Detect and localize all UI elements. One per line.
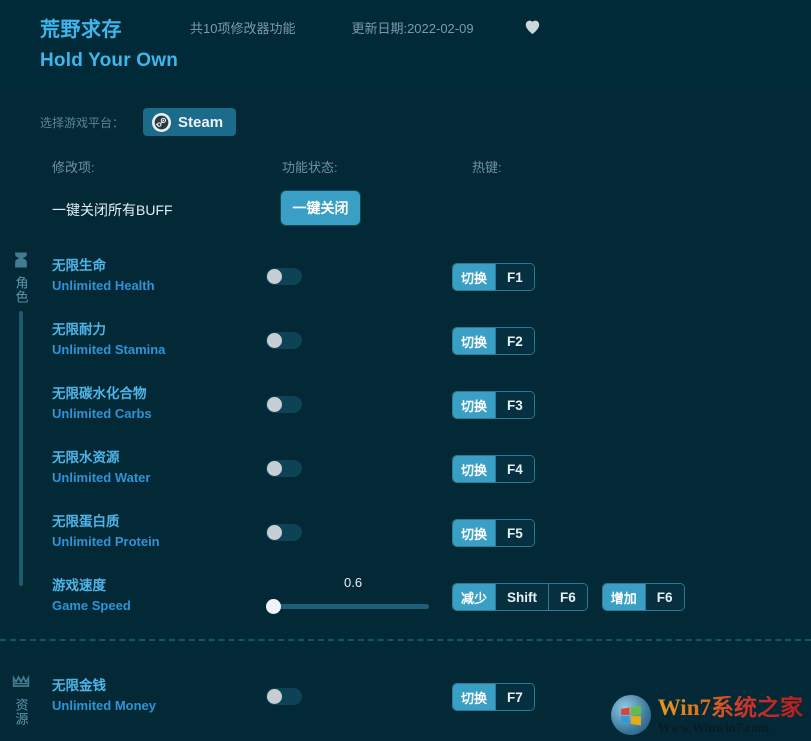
toggle-knob: [267, 269, 282, 284]
cheat-name-en: Unlimited Health: [52, 277, 155, 295]
hotkey-action-label: 切换: [453, 520, 495, 546]
hotkey-key-label: F6: [645, 584, 684, 610]
game-speed-value: 0.6: [344, 575, 362, 590]
cheat-name-cn: 无限金钱: [52, 677, 156, 695]
hotkey-action-label: 切换: [453, 264, 495, 290]
cheat-name: 无限水资源 Unlimited Water: [52, 449, 150, 487]
hotkey-key-label: F2: [495, 328, 534, 354]
cheat-toggle[interactable]: [266, 688, 302, 705]
platform-label: 选择游戏平台：: [40, 114, 124, 131]
cheat-name: 无限生命 Unlimited Health: [52, 257, 155, 295]
cheat-name-cn: 无限耐力: [52, 321, 165, 339]
one-click-close-button[interactable]: 一键关闭: [281, 191, 360, 225]
toggle-knob: [267, 461, 282, 476]
cheat-name-en: Game Speed: [52, 597, 131, 615]
cheat-name-en: Unlimited Carbs: [52, 405, 152, 423]
hotkey-group[interactable]: 切换 F3: [452, 391, 535, 419]
page-subtitle: Hold Your Own: [0, 40, 811, 72]
cheat-name-en: Unlimited Money: [52, 697, 156, 715]
toggle-knob: [267, 525, 282, 540]
toggle-knob: [267, 397, 282, 412]
hotkey-action-label: 切换: [453, 684, 495, 710]
hotkey-key-label: F3: [495, 392, 534, 418]
cheat-name-cn: 无限蛋白质: [52, 513, 160, 531]
cheat-hotkeys: 切换 F4: [452, 455, 535, 483]
column-headers: 修改项: 功能状态: 热键:: [0, 157, 811, 187]
hotkey-action-label: 增加: [603, 584, 645, 610]
hotkey-group-decrease[interactable]: 减少 Shift F6: [452, 583, 588, 611]
platform-steam-button[interactable]: Steam: [143, 108, 236, 136]
app-header: 荒野求存 共10项修改器功能 更新日期:2022-02-09 Hold Your…: [0, 0, 811, 88]
cheat-name-cn: 游戏速度: [52, 577, 131, 595]
cheat-name: 无限耐力 Unlimited Stamina: [52, 321, 165, 359]
one-click-label: 一键关闭所有BUFF: [52, 200, 173, 220]
hotkey-group[interactable]: 切换 F5: [452, 519, 535, 547]
section-resource-rows: 无限金钱 Unlimited Money 切换 F7: [0, 667, 811, 731]
column-header-status: 功能状态:: [282, 157, 338, 176]
hotkey-action-label: 减少: [453, 584, 495, 610]
cheat-row: 无限金钱 Unlimited Money 切换 F7: [0, 667, 811, 731]
platform-selector-row: 选择游戏平台： Steam: [0, 88, 811, 140]
hotkey-key-label: F6: [548, 584, 587, 610]
cheat-name: 游戏速度 Game Speed: [52, 577, 131, 615]
cheat-name: 无限金钱 Unlimited Money: [52, 677, 156, 715]
cheat-hotkeys: 切换 F2: [452, 327, 535, 355]
hotkey-group-increase[interactable]: 增加 F6: [602, 583, 685, 611]
cheat-name-cn: 无限碳水化合物: [52, 385, 152, 403]
hotkey-key-label: F5: [495, 520, 534, 546]
one-click-row: 一键关闭所有BUFF 一键关闭: [0, 187, 811, 241]
hotkey-group[interactable]: 切换 F7: [452, 683, 535, 711]
cheat-hotkeys: 减少 Shift F6 增加 F6: [452, 583, 685, 611]
cheat-hotkeys: 切换 F3: [452, 391, 535, 419]
header-top-row: 荒野求存 共10项修改器功能 更新日期:2022-02-09: [0, 0, 811, 40]
hotkey-action-label: 切换: [453, 328, 495, 354]
hotkey-group[interactable]: 切换 F4: [452, 455, 535, 483]
cheat-hotkeys: 切换 F7: [452, 683, 535, 711]
slider-track[interactable]: [271, 604, 429, 609]
update-date-label: 更新日期:2022-02-09: [351, 18, 473, 37]
cheat-name-cn: 无限水资源: [52, 449, 150, 467]
section-character: 角色 无限生命 Unlimited Health 切换 F1 无限耐力: [0, 241, 811, 631]
page-title: 荒野求存: [40, 13, 122, 42]
feature-count-label: 共10项修改器功能: [190, 18, 295, 37]
toggle-knob: [267, 333, 282, 348]
column-header-hotkey: 热键:: [472, 157, 502, 176]
cheat-hotkeys: 切换 F1: [452, 263, 535, 291]
hotkey-group[interactable]: 切换 F2: [452, 327, 535, 355]
cheat-row: 无限碳水化合物 Unlimited Carbs 切换 F3: [0, 375, 811, 439]
hotkey-action-label: 切换: [453, 456, 495, 482]
cheat-toggle[interactable]: [266, 332, 302, 349]
hotkey-key-label: F7: [495, 684, 534, 710]
column-header-modification: 修改项:: [52, 157, 95, 176]
cheat-row: 无限水资源 Unlimited Water 切换 F4: [0, 439, 811, 503]
cheat-row: 无限生命 Unlimited Health 切换 F1: [0, 247, 811, 311]
hotkey-action-label: 切换: [453, 392, 495, 418]
cheat-name-en: Unlimited Water: [52, 469, 150, 487]
steam-icon: [152, 113, 171, 132]
platform-steam-label: Steam: [178, 114, 223, 131]
cheat-toggle[interactable]: [266, 268, 302, 285]
hotkey-group[interactable]: 切换 F1: [452, 263, 535, 291]
cheat-toggle[interactable]: [266, 396, 302, 413]
heart-icon[interactable]: [524, 18, 542, 36]
cheat-toggle[interactable]: [266, 460, 302, 477]
cheat-hotkeys: 切换 F5: [452, 519, 535, 547]
section-resource: 资源 无限金钱 Unlimited Money 切换 F7: [0, 641, 811, 731]
cheat-row: 无限耐力 Unlimited Stamina 切换 F2: [0, 311, 811, 375]
cheat-name: 无限碳水化合物 Unlimited Carbs: [52, 385, 152, 423]
cheat-name-cn: 无限生命: [52, 257, 155, 275]
hotkey-key-label: F1: [495, 264, 534, 290]
hotkey-key-label: F4: [495, 456, 534, 482]
hotkey-key-label: Shift: [495, 584, 548, 610]
cheat-name-en: Unlimited Protein: [52, 533, 160, 551]
game-speed-slider[interactable]: 0.6: [266, 575, 431, 619]
cheat-name-en: Unlimited Stamina: [52, 341, 165, 359]
cheat-name: 无限蛋白质 Unlimited Protein: [52, 513, 160, 551]
section-character-rows: 无限生命 Unlimited Health 切换 F1 无限耐力 Unlimit…: [0, 247, 811, 631]
slider-thumb[interactable]: [266, 599, 281, 614]
cheat-toggle[interactable]: [266, 524, 302, 541]
toggle-knob: [267, 689, 282, 704]
cheat-row: 无限蛋白质 Unlimited Protein 切换 F5: [0, 503, 811, 567]
cheat-row: 游戏速度 Game Speed 0.6 减少 Shift F6 增加 F6: [0, 567, 811, 631]
